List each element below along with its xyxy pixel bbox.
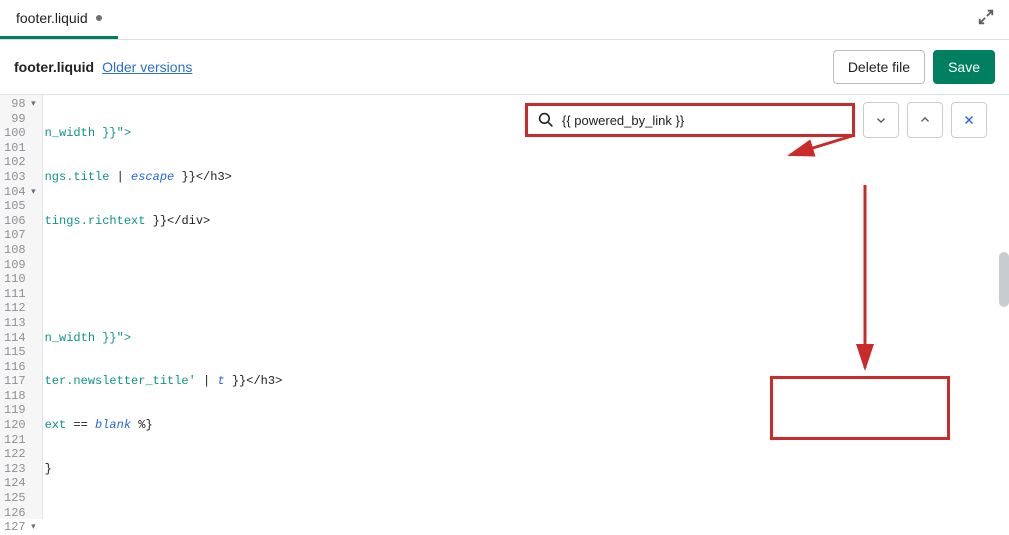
line-number: 105: [4, 199, 36, 214]
scroll-thumb[interactable]: [999, 252, 1009, 307]
line-number: 127▾: [4, 520, 36, 535]
code-text: }}</h3>: [225, 374, 283, 388]
line-number: 106: [4, 214, 36, 229]
code-text: tings.richtext: [45, 214, 146, 228]
code-area[interactable]: n_width }}"> ngs.title | escape }}</h3> …: [43, 95, 1009, 519]
file-name: footer.liquid: [14, 59, 94, 75]
line-number: 113: [4, 316, 36, 331]
line-number: 107: [4, 228, 36, 243]
code-text: t: [217, 374, 224, 388]
search-prev-button[interactable]: [907, 102, 943, 138]
search-input[interactable]: [562, 113, 842, 128]
search-icon: [538, 112, 554, 128]
line-number: 112: [4, 301, 36, 316]
code-text: escape: [131, 170, 174, 184]
tab-label: footer.liquid: [16, 10, 88, 26]
line-number: 110: [4, 272, 36, 287]
code-text: }: [45, 462, 52, 476]
line-number: 104▾: [4, 185, 36, 200]
code-text: ngs.title: [45, 170, 110, 184]
search-next-button[interactable]: [863, 102, 899, 138]
code-text: |: [109, 170, 131, 184]
line-number: 122: [4, 447, 36, 462]
line-number: 116: [4, 360, 36, 375]
line-number: 103: [4, 170, 36, 185]
toolbar: footer.liquid Older versions Delete file…: [0, 40, 1009, 95]
code-text: n_width }}">: [45, 331, 131, 345]
line-number: 108: [4, 243, 36, 258]
code-text: ==: [66, 418, 95, 432]
code-text: n_width }}">: [45, 126, 131, 140]
line-number: 102: [4, 155, 36, 170]
line-number: 124: [4, 476, 36, 491]
line-number: 109: [4, 258, 36, 273]
line-number: 99: [4, 112, 36, 127]
code-editor[interactable]: 98▾99100101102103104▾1051061071081091101…: [0, 95, 1009, 519]
vertical-scrollbar[interactable]: [999, 92, 1009, 516]
line-number: 115: [4, 345, 36, 360]
code-text: ext: [45, 418, 67, 432]
file-info: footer.liquid Older versions: [14, 59, 192, 75]
code-text: ter.newsletter_title': [45, 374, 196, 388]
tab-bar: footer.liquid: [0, 0, 1009, 40]
line-number: 101: [4, 141, 36, 156]
line-number: 111: [4, 287, 36, 302]
search-input-box[interactable]: [525, 103, 855, 137]
line-number: 114: [4, 331, 36, 346]
search-close-button[interactable]: [951, 102, 987, 138]
action-buttons: Delete file Save: [833, 50, 995, 84]
line-number: 118: [4, 389, 36, 404]
code-text: blank: [95, 418, 131, 432]
line-number: 121: [4, 433, 36, 448]
line-number: 117: [4, 374, 36, 389]
delete-file-button[interactable]: Delete file: [833, 50, 925, 84]
line-number: 125: [4, 491, 36, 506]
save-button[interactable]: Save: [933, 50, 995, 84]
search-bar: [519, 96, 993, 144]
close-icon: [962, 113, 976, 127]
line-number: 126: [4, 506, 36, 521]
line-number: 120: [4, 418, 36, 433]
line-number: 119: [4, 403, 36, 418]
line-number: 98▾: [4, 97, 36, 112]
chevron-down-icon: [874, 113, 888, 127]
code-text: }}</div>: [145, 214, 210, 228]
tab-footer[interactable]: footer.liquid: [0, 0, 118, 39]
unsaved-dot-icon: [96, 15, 102, 21]
line-number: 123: [4, 462, 36, 477]
code-text: }}</h3>: [174, 170, 232, 184]
chevron-up-icon: [918, 113, 932, 127]
code-text: %}: [131, 418, 153, 432]
older-versions-link[interactable]: Older versions: [102, 59, 192, 75]
line-number: 100: [4, 126, 36, 141]
expand-icon: [977, 8, 995, 26]
code-text: |: [196, 374, 218, 388]
expand-button[interactable]: [971, 2, 1001, 37]
line-gutter: 98▾99100101102103104▾1051061071081091101…: [0, 95, 43, 519]
